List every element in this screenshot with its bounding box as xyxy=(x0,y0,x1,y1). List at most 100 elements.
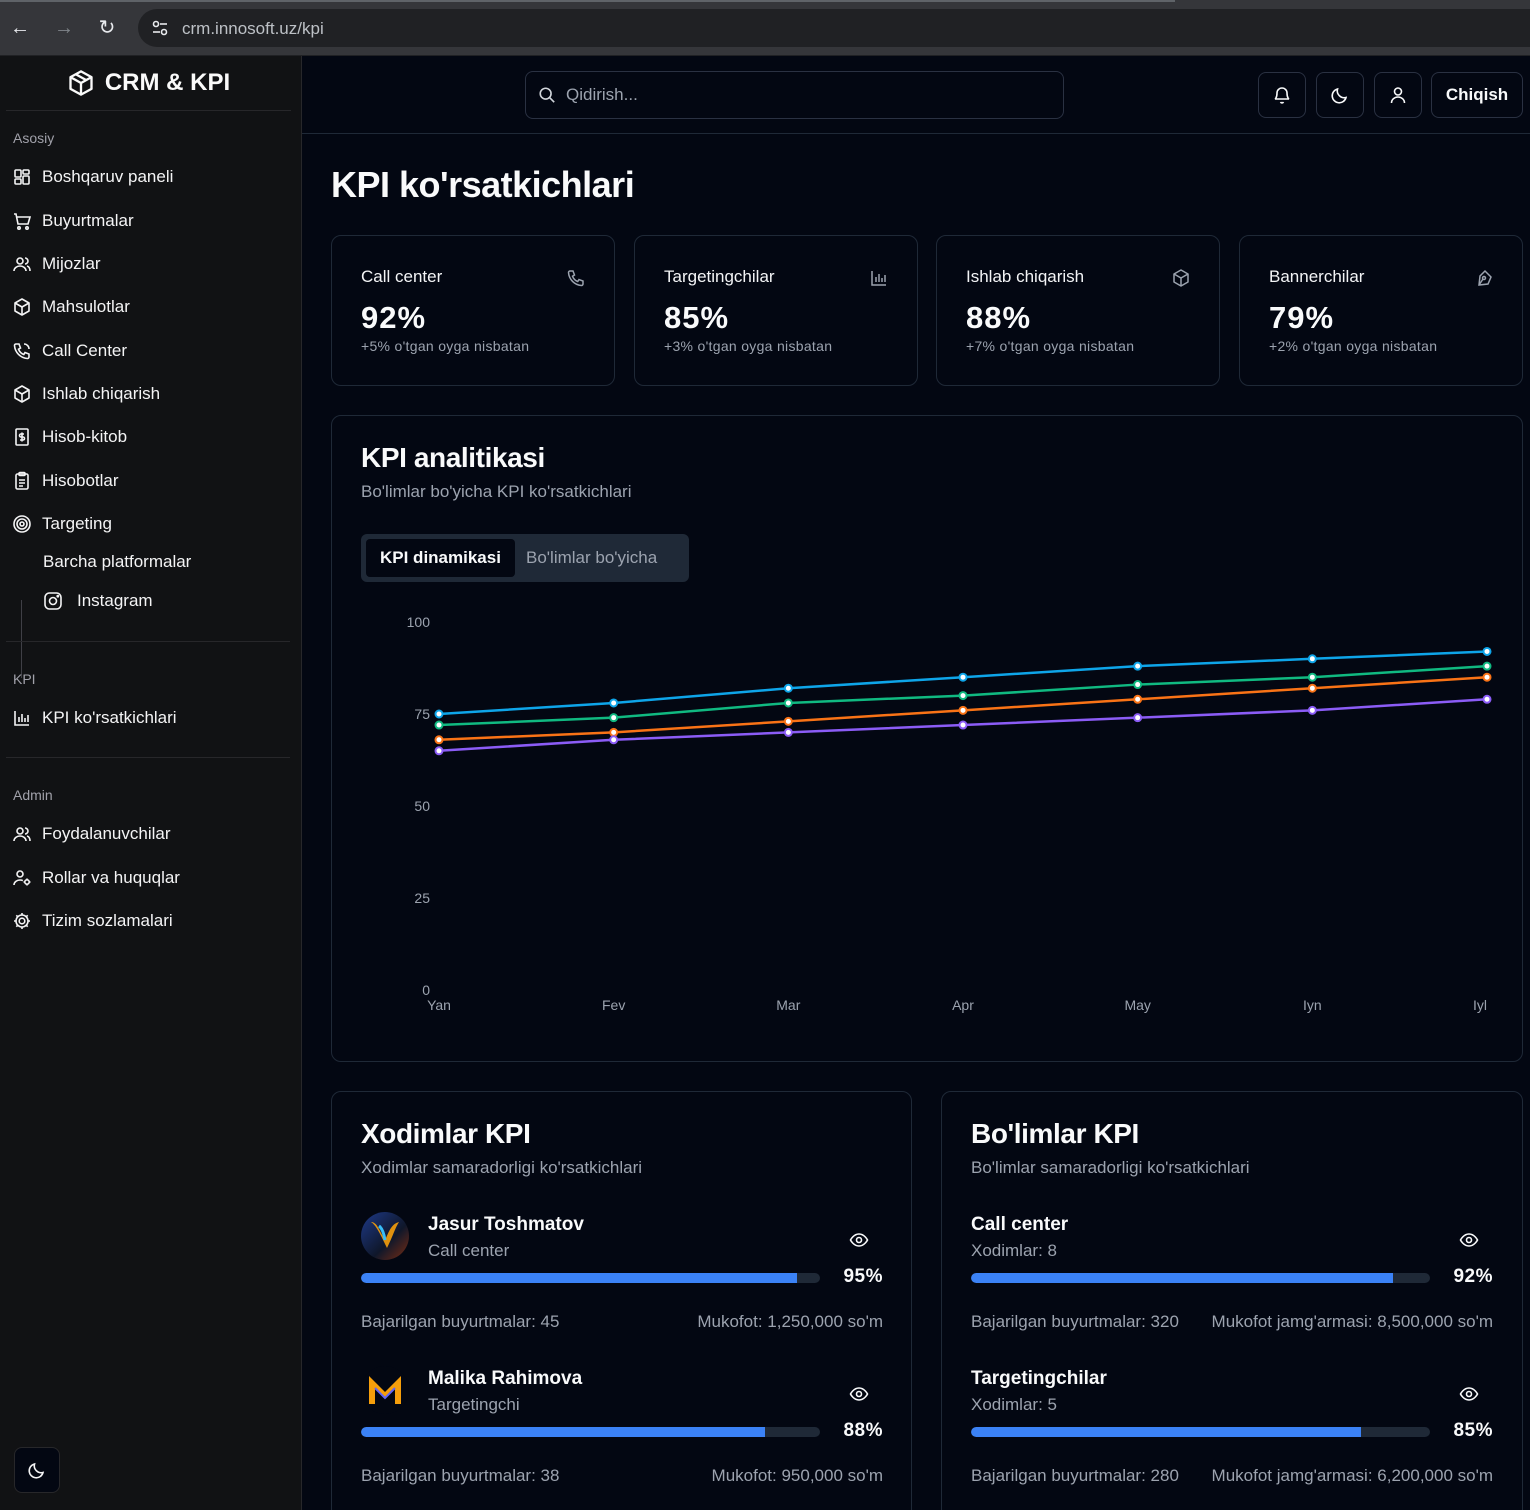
sidebar-item-label: Hisob-kitob xyxy=(42,427,128,446)
sidebar-item-all-platforms[interactable]: Barcha platformalar xyxy=(43,547,191,577)
theme-button[interactable] xyxy=(1316,72,1364,118)
progress-fill xyxy=(361,1427,765,1437)
avatar-image xyxy=(361,1212,409,1260)
x-tick-label: Apr xyxy=(952,997,974,1013)
user-cog-icon xyxy=(13,870,31,886)
x-tick-label: Iyn xyxy=(1303,997,1322,1013)
x-tick-label: May xyxy=(1124,997,1150,1013)
brand[interactable]: CRM & KPI xyxy=(6,56,291,111)
sidebar-item-production[interactable]: Ishlab chiqarish xyxy=(12,378,160,410)
theme-toggle-button[interactable] xyxy=(14,1447,60,1493)
bonus-fund: Mukofot jamg'armasi: 8,500,000 so'm xyxy=(1211,1312,1493,1331)
series-point xyxy=(434,720,444,730)
instagram-icon xyxy=(44,592,62,610)
pen-tool-icon xyxy=(1478,269,1492,286)
employee-role: Targetingchi xyxy=(428,1395,520,1414)
series-point xyxy=(1307,683,1317,693)
sidebar-item-instagram[interactable]: Instagram xyxy=(43,586,153,616)
department-staff: Xodimlar: 8 xyxy=(971,1241,1057,1260)
search-input[interactable] xyxy=(566,85,1046,105)
departments-kpi-panel: Bo'limlar KPI Bo'limlar samaradorligi ko… xyxy=(941,1091,1523,1510)
y-tick-label: 0 xyxy=(422,982,430,998)
series-point xyxy=(958,691,968,701)
sidebar-item-label: Mahsulotlar xyxy=(42,297,130,316)
sidebar-item-label: Mijozlar xyxy=(42,254,101,273)
eye-icon[interactable] xyxy=(1459,1230,1479,1250)
series-point xyxy=(434,735,444,745)
progress-percent: 88% xyxy=(843,1420,883,1441)
progress-percent: 85% xyxy=(1453,1420,1493,1441)
y-tick-label: 25 xyxy=(414,890,430,906)
sidebar-item-reports[interactable]: Hisobotlar xyxy=(12,465,119,497)
search-box[interactable] xyxy=(525,71,1064,119)
search-icon xyxy=(539,87,555,103)
bar-chart-icon xyxy=(14,711,29,726)
series-point xyxy=(958,705,968,715)
list-item: Call center Xodimlar: 8 92% Bajarilgan b… xyxy=(971,1212,1493,1352)
series-point xyxy=(609,735,619,745)
sidebar-item-products[interactable]: Mahsulotlar xyxy=(12,291,130,323)
sidebar-item-call-center[interactable]: Call Center xyxy=(12,335,127,367)
panel-title: Xodimlar KPI xyxy=(361,1118,531,1149)
employee-role: Call center xyxy=(428,1241,510,1260)
stat-value: 88% xyxy=(966,300,1032,335)
orders-count: Bajarilgan buyurtmalar: 45 xyxy=(361,1312,560,1331)
stat-value: 85% xyxy=(664,300,730,335)
series-point xyxy=(1482,694,1492,704)
back-arrow-icon[interactable]: ← xyxy=(8,16,32,40)
divider xyxy=(6,757,290,758)
sidebar: CRM & KPI Asosiy Boshqaruv paneli Buyurt… xyxy=(0,56,302,1510)
sidebar-item-label: KPI ko'rsatkichlari xyxy=(42,708,177,727)
list-item: Targetingchilar Xodimlar: 5 85% Bajarilg… xyxy=(971,1366,1493,1506)
sidebar-item-label: Rollar va huquqlar xyxy=(42,868,180,887)
series-point xyxy=(609,698,619,708)
sidebar-item-dashboard[interactable]: Boshqaruv paneli xyxy=(12,161,173,193)
clipboard-icon xyxy=(15,471,29,490)
series-point xyxy=(1307,672,1317,682)
progress-fill xyxy=(971,1427,1362,1437)
profile-button[interactable] xyxy=(1374,72,1422,118)
avatar xyxy=(361,1366,409,1414)
progress-fill xyxy=(361,1273,798,1283)
sidebar-item-clients[interactable]: Mijozlar xyxy=(12,248,101,280)
sidebar-item-label: Boshqaruv paneli xyxy=(42,167,174,186)
sidebar-item-billing[interactable]: Hisob-kitob xyxy=(12,421,127,453)
section-label-admin: Admin xyxy=(13,787,53,803)
reload-icon[interactable]: ↻ xyxy=(95,16,119,40)
sidebar-item-users[interactable]: Foydalanuvchilar xyxy=(12,818,171,850)
url-text: crm.innosoft.uz/kpi xyxy=(182,19,324,38)
series-point xyxy=(1307,705,1317,715)
orders-count: Bajarilgan buyurtmalar: 38 xyxy=(361,1466,560,1485)
page-title: KPI ko'rsatkichlari xyxy=(331,164,635,205)
site-settings-icon[interactable] xyxy=(150,18,170,38)
stat-card-call-center: Call center 92% +5% o'tgan oyga nisbatan xyxy=(331,235,615,386)
progress-bar xyxy=(971,1273,1430,1283)
series-point xyxy=(1307,654,1317,664)
sidebar-item-kpi[interactable]: KPI ko'rsatkichlari xyxy=(12,702,177,734)
series-point xyxy=(783,683,793,693)
series-point xyxy=(1482,672,1492,682)
series-point xyxy=(958,672,968,682)
x-tick-label: Yan xyxy=(427,997,451,1013)
sidebar-item-label: Ishlab chiqarish xyxy=(42,384,161,403)
notifications-button[interactable] xyxy=(1258,72,1306,118)
logout-button[interactable]: Chiqish xyxy=(1431,72,1523,118)
panel-subtitle: Bo'limlar samaradorligi ko'rsatkichlari xyxy=(971,1158,1250,1177)
sidebar-item-targeting[interactable]: Targeting xyxy=(12,508,112,540)
series-point xyxy=(609,713,619,723)
eye-icon[interactable] xyxy=(849,1384,869,1404)
series-point xyxy=(1482,661,1492,671)
eye-icon[interactable] xyxy=(1459,1384,1479,1404)
user-icon xyxy=(1390,87,1406,104)
divider xyxy=(6,641,290,642)
eye-icon[interactable] xyxy=(849,1230,869,1250)
address-bar[interactable]: crm.innosoft.uz/kpi xyxy=(138,9,1530,47)
sidebar-item-orders[interactable]: Buyurtmalar xyxy=(12,205,134,237)
progress-percent: 92% xyxy=(1453,1266,1493,1287)
sidebar-item-settings[interactable]: Tizim sozlamalari xyxy=(12,905,173,937)
browser-toolbar: ← → ↻ crm.innosoft.uz/kpi xyxy=(0,0,1530,56)
section-label-asosiy: Asosiy xyxy=(13,130,55,146)
forward-arrow-icon[interactable]: → xyxy=(52,16,76,40)
department-name: Targetingchilar xyxy=(971,1368,1107,1389)
sidebar-item-roles[interactable]: Rollar va huquqlar xyxy=(12,862,180,894)
